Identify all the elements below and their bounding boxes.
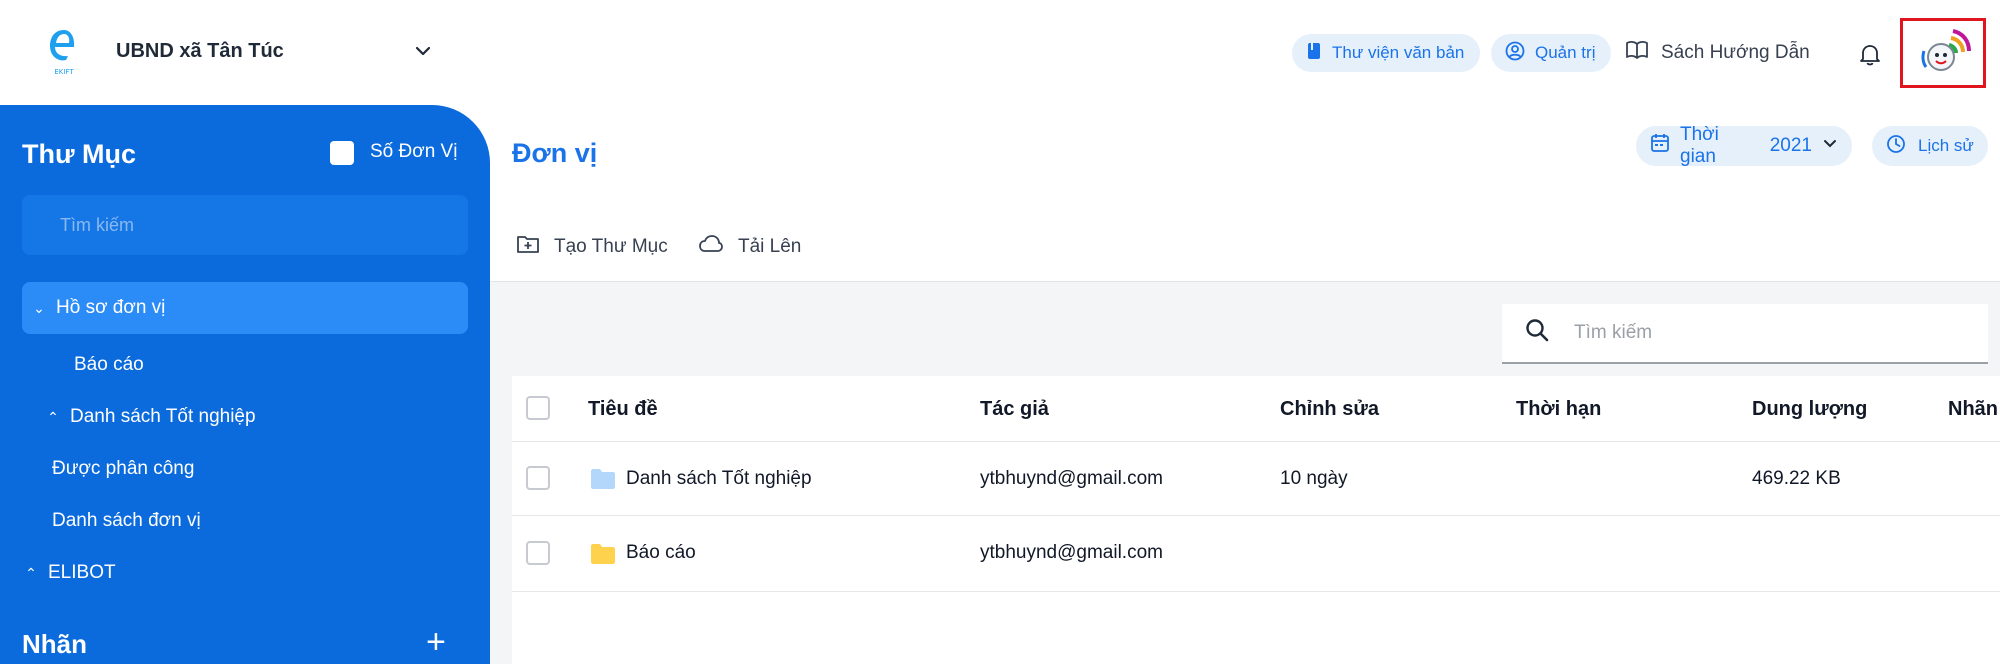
history-button[interactable]: Lịch sử xyxy=(1872,126,1988,166)
folder-plus-icon xyxy=(516,233,540,261)
chevron-down-icon[interactable] xyxy=(412,40,434,62)
column-header-size[interactable]: Dung lượng xyxy=(1752,376,1867,442)
table-row[interactable]: Danh sách Tốt nghiệp ytbhuynd@gmail.com … xyxy=(512,442,2000,516)
sidebar-item-label: Danh sách đơn vị xyxy=(52,510,201,531)
clock-icon xyxy=(1886,134,1906,159)
history-label: Lịch sử xyxy=(1918,136,1974,155)
calendar-icon xyxy=(1650,133,1670,159)
page-title: Đơn vị xyxy=(512,138,598,168)
user-circle-icon xyxy=(1505,41,1525,66)
sidebar-item-label: Được phân công xyxy=(52,458,195,479)
year-value: 2021 xyxy=(1769,135,1812,156)
sidebar-item-label: Báo cáo xyxy=(74,354,144,375)
sidebar-search-input[interactable]: Tìm kiếm xyxy=(22,195,468,255)
labels-section-title: Nhãn xyxy=(22,629,87,659)
create-folder-button[interactable]: Tạo Thư Mục xyxy=(516,232,668,262)
chevron-down-icon xyxy=(1822,135,1838,157)
library-label: Thư viện văn bản xyxy=(1332,43,1465,62)
column-header-author[interactable]: Tác giả xyxy=(980,376,1049,442)
row-author: ytbhuynd@gmail.com xyxy=(980,468,1163,489)
chevron-up-icon: ⌃ xyxy=(47,408,59,425)
sidebar-item-unit-profile[interactable]: ⌄ Hồ sơ đơn vị xyxy=(22,282,468,334)
folder-icon xyxy=(590,468,616,490)
time-filter-dropdown[interactable]: Thời gian 2021 xyxy=(1636,124,1852,167)
row-checkbox[interactable] xyxy=(526,541,550,565)
file-search-input[interactable]: Tìm kiếm xyxy=(1502,304,1988,364)
column-header-deadline[interactable]: Thời hạn xyxy=(1516,376,1601,442)
folder-sidebar: Thư Mục Số Đơn Vị Tìm kiếm ⌄ Hồ sơ đơn v… xyxy=(0,105,490,664)
open-book-icon xyxy=(1625,39,1649,67)
admin-button[interactable]: Quản trị xyxy=(1491,34,1611,72)
file-table: Tiêu đề Tác giả Chỉnh sửa Thời hạn Dung … xyxy=(512,376,2000,664)
time-label: Thời gian xyxy=(1680,124,1719,167)
row-checkbox[interactable] xyxy=(526,466,550,490)
row-size: 469.22 KB xyxy=(1752,468,1841,489)
bell-icon[interactable] xyxy=(1856,40,1884,68)
svg-text:EKIFT: EKIFT xyxy=(54,68,74,76)
select-all-checkbox[interactable] xyxy=(526,396,550,420)
organization-name: UBND xã Tân Túc xyxy=(116,40,284,62)
row-author: ytbhuynd@gmail.com xyxy=(980,542,1163,563)
column-header-labels[interactable]: Nhãn xyxy=(1948,376,1998,442)
upload-label: Tải Lên xyxy=(738,236,802,257)
sidebar-item-graduation-list[interactable]: ⌃ Danh sách Tốt nghiệp xyxy=(42,399,256,435)
table-row[interactable]: Báo cáo ytbhuynd@gmail.com xyxy=(512,516,2000,592)
folder-icon xyxy=(590,543,616,565)
admin-label: Quản trị xyxy=(1535,43,1596,62)
app-logo[interactable]: EKIFT xyxy=(44,26,84,78)
add-label-button[interactable]: + xyxy=(426,625,446,659)
sidebar-item-assigned[interactable]: Được phân công xyxy=(52,451,194,487)
search-icon xyxy=(1524,317,1550,349)
unit-count-checkbox[interactable] xyxy=(330,141,354,165)
upload-button[interactable]: Tải Lên xyxy=(698,232,801,262)
sidebar-title: Thư Mục xyxy=(22,139,137,169)
chevron-down-icon: ⌄ xyxy=(33,299,45,316)
sidebar-item-label: Hồ sơ đơn vị xyxy=(56,297,166,318)
guide-label: Sách Hướng Dẫn xyxy=(1661,42,1810,63)
library-button[interactable]: Thư viện văn bản xyxy=(1292,34,1480,72)
top-header: EKIFT UBND xã Tân Túc Thư viện văn bản Q… xyxy=(0,0,2000,105)
row-edited: 10 ngày xyxy=(1280,468,1348,489)
table-header-row: Tiêu đề Tác giả Chỉnh sửa Thời hạn Dung … xyxy=(512,376,2000,442)
sidebar-item-reports[interactable]: Báo cáo xyxy=(74,347,144,383)
chevron-up-icon: ⌃ xyxy=(25,564,37,581)
create-folder-label: Tạo Thư Mục xyxy=(554,236,668,257)
unit-count-label: Số Đơn Vị xyxy=(370,141,458,162)
column-header-edited[interactable]: Chỉnh sửa xyxy=(1280,376,1379,442)
sidebar-item-label: ELIBOT xyxy=(48,562,116,583)
sidebar-item-label: Danh sách Tốt nghiệp xyxy=(70,406,256,427)
user-avatar[interactable] xyxy=(1900,18,1986,88)
row-title[interactable]: Báo cáo xyxy=(626,516,696,590)
sidebar-item-elibot[interactable]: ⌃ ELIBOT xyxy=(20,555,116,591)
guide-book-link[interactable]: Sách Hướng Dẫn xyxy=(1625,34,1810,72)
cloud-upload-icon xyxy=(698,234,724,260)
book-icon xyxy=(1306,42,1322,65)
sidebar-item-unit-list[interactable]: Danh sách đơn vị xyxy=(52,503,201,539)
column-header-title[interactable]: Tiêu đề xyxy=(588,376,658,442)
row-title[interactable]: Danh sách Tốt nghiệp xyxy=(626,442,812,516)
